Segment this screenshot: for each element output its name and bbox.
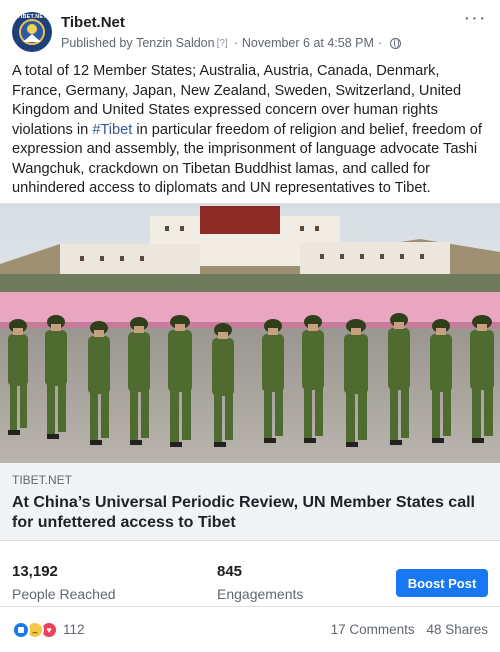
like-reaction-icon — [12, 620, 30, 639]
meta-separator: · — [233, 36, 238, 50]
page-name[interactable]: Tibet.Net — [61, 14, 488, 32]
more-options-icon[interactable]: ··· — [462, 8, 488, 32]
people-reached-label: People Reached — [12, 586, 116, 602]
post-meta: Published by Tenzin Saldon [?] · Novembe… — [61, 35, 488, 52]
header-text: Tibet.Net Published by Tenzin Saldon [?]… — [61, 12, 488, 52]
avatar-logo-text: TIBET.NET — [17, 14, 47, 20]
post-header: TIBET.NET Tibet.Net Published by Tenzin … — [12, 8, 488, 52]
engagements-stat[interactable]: 845 Engagements — [217, 563, 303, 603]
author-name[interactable]: Tenzin Saldon — [136, 35, 215, 52]
post-footer: ♥ 112 17 Comments 48 Shares — [0, 607, 500, 652]
reaction-count: 112 — [63, 622, 85, 637]
published-prefix: Published by — [61, 36, 133, 50]
post-timestamp[interactable]: November 6 at 4:58 PM — [242, 35, 374, 52]
avatar-mountain — [23, 34, 41, 42]
plaza-ground — [0, 328, 500, 463]
globe-icon[interactable] — [390, 38, 402, 49]
avatar-sun — [27, 24, 37, 34]
people-reached-value: 13,192 — [12, 563, 58, 580]
soldiers-marching-photo — [0, 204, 500, 463]
comments-shares: 17 Comments 48 Shares — [323, 622, 488, 637]
link-domain: TIBET.NET — [12, 473, 73, 487]
post-insights: 13,192 People Reached 845 Engagements Bo… — [0, 549, 500, 607]
link-preview-image[interactable] — [0, 203, 500, 463]
author-info-bracket[interactable]: [?] — [217, 35, 228, 52]
facebook-post-card: TIBET.NET Tibet.Net Published by Tenzin … — [0, 0, 500, 652]
boost-post-button[interactable]: Boost Post — [396, 569, 488, 597]
post-body-text: A total of 12 Member States; Australia, … — [12, 62, 488, 199]
hashtag-link[interactable]: #Tibet — [92, 122, 132, 138]
engagements-label: Engagements — [217, 586, 304, 602]
link-title[interactable]: At China’s Universal Periodic Review, UN… — [12, 493, 488, 533]
engagements-value: 845 — [217, 563, 243, 580]
page-avatar[interactable]: TIBET.NET — [12, 12, 52, 52]
people-reached-stat[interactable]: 13,192 People Reached — [12, 563, 116, 603]
comments-count-link[interactable]: 17 Comments — [331, 622, 415, 637]
reactions-summary[interactable]: ♥ 112 — [12, 620, 85, 639]
shares-count-link[interactable]: 48 Shares — [426, 622, 488, 637]
meta-separator: · — [377, 36, 383, 50]
link-preview-box[interactable]: TIBET.NET At China’s Universal Periodic … — [0, 463, 500, 541]
